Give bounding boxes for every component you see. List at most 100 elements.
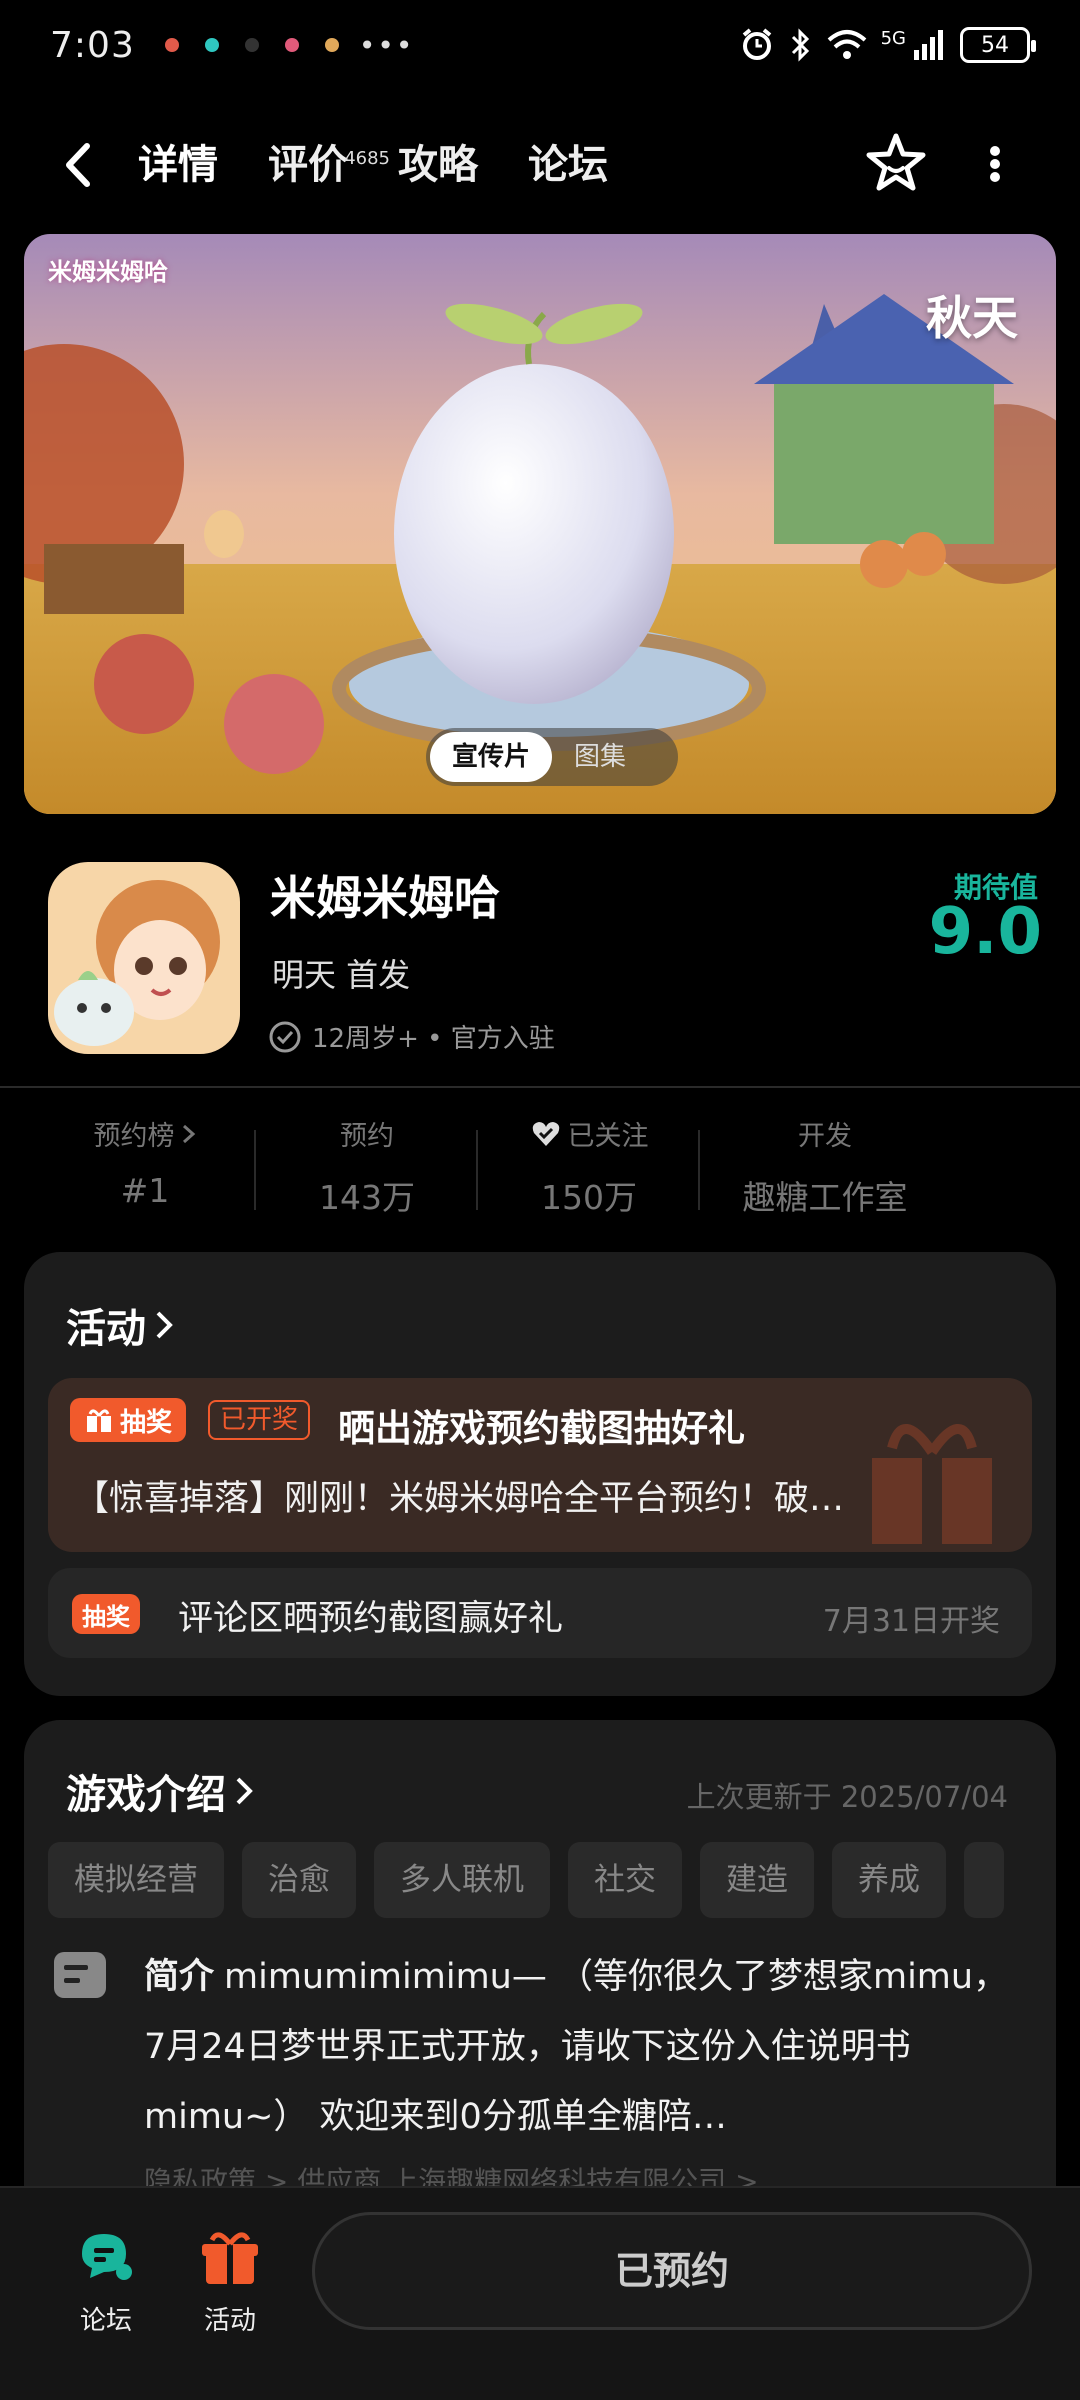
- app-notification-icon: [164, 38, 179, 52]
- promo-title: 晒出游戏预约截图抽好礼: [338, 1407, 745, 1450]
- status-time: 7:03: [50, 24, 135, 66]
- tag-chip-overflow[interactable]: [964, 1842, 1004, 1918]
- heart-check-icon: [532, 1121, 559, 1146]
- app-notification-icon: [204, 38, 219, 52]
- last-updated: 上次更新于 2025/07/04: [686, 1780, 1008, 1814]
- section-title: 活动: [66, 1306, 146, 1352]
- gift-icon: [87, 1409, 111, 1432]
- stat-label: 开发: [798, 1121, 852, 1152]
- wifi-icon: [827, 30, 866, 59]
- stat-developer[interactable]: 开发 趣糖工作室: [700, 1100, 950, 1230]
- gift-icon: [202, 2232, 258, 2284]
- bottom-action-bar: 论坛 活动 已预约: [0, 2186, 1080, 2400]
- stat-value: 150万: [541, 1178, 637, 1217]
- chevron-right-icon: [156, 1311, 173, 1339]
- game-title: 米姆米姆哈: [270, 871, 500, 925]
- description-heading: 简介: [144, 1957, 215, 1997]
- event-item[interactable]: 抽奖 评论区晒预约截图赢好礼 7月31日开奖: [48, 1568, 1032, 1658]
- bluetooth-icon: [791, 28, 809, 62]
- forum-button[interactable]: 论坛: [56, 2226, 156, 2337]
- media-tab-video[interactable]: 宣传片: [430, 732, 553, 782]
- notification-icons: [164, 38, 339, 52]
- game-description[interactable]: 简介 mimumimimimu— （等你很久了梦想家mimu，7月24日梦世界正式…: [144, 1942, 1024, 2152]
- tag-chip[interactable]: 多人联机: [374, 1842, 550, 1918]
- reserved-button[interactable]: 已预约: [312, 2212, 1032, 2330]
- tab-bar: 详情 评价 4685 攻略 论坛: [130, 130, 608, 200]
- favorite-star-icon[interactable]: [862, 130, 930, 198]
- tab-label: 详情: [138, 142, 218, 188]
- activities-card: 活动 抽奖 已开奖 晒出游戏预约截图抽好礼 【惊喜掉落】刚刚！米姆米姆哈全平台预…: [24, 1252, 1056, 1696]
- stat-label: 已关注: [567, 1121, 649, 1152]
- banner-image: [24, 234, 1056, 814]
- intro-header[interactable]: 游戏介绍: [66, 1762, 256, 1820]
- forum-label: 论坛: [79, 2306, 132, 2336]
- event-date: 7月31日开奖: [822, 1604, 1000, 1639]
- app-notification-icon: [324, 38, 339, 52]
- top-navigation: 详情 评价 4685 攻略 论坛: [0, 110, 1080, 220]
- divider: [0, 1086, 1080, 1088]
- promo-banner[interactable]: 米姆米姆哈 秋天 宣传片 图集: [24, 234, 1056, 814]
- tab-label: 论坛: [528, 142, 608, 188]
- game-app-icon: [48, 862, 240, 1054]
- signal-icon: [914, 30, 943, 60]
- back-arrow-icon[interactable]: [55, 140, 105, 190]
- stat-ranking[interactable]: 预约榜 #1: [34, 1100, 256, 1230]
- tag-chip[interactable]: 养成: [832, 1842, 946, 1918]
- tag-chip[interactable]: 建造: [700, 1842, 814, 1918]
- app-notification-icon: [244, 38, 259, 52]
- app-notification-icon: [284, 38, 299, 52]
- stat-followers[interactable]: 已关注 150万: [478, 1100, 700, 1230]
- season-label: 秋天: [926, 291, 1018, 345]
- genre-tags: 模拟经营 治愈 多人联机 社交 建造 养成: [48, 1842, 1056, 1920]
- tab-reviews[interactable]: 评价 4685: [268, 130, 390, 200]
- forum-chat-icon: [82, 2234, 132, 2280]
- media-switch: 宣传片 图集: [426, 728, 678, 786]
- age-rating-text: 12周岁+ • 官方入驻: [312, 1024, 555, 1054]
- description-text: mimumimimimu— （等你很久了梦想家mimu，7月24日梦世界正式开放…: [144, 1957, 1009, 2137]
- tab-label: 评价: [268, 142, 348, 188]
- stat-value: 趣糖工作室: [742, 1178, 908, 1217]
- tab-details[interactable]: 详情: [130, 130, 226, 200]
- activities-header[interactable]: 活动: [66, 1296, 176, 1354]
- network-type: 5G: [880, 27, 906, 49]
- game-tags: 12周岁+ • 官方入驻: [268, 1018, 555, 1055]
- expectation-score: 9.0: [928, 895, 1042, 969]
- chevron-right-icon: [182, 1124, 195, 1143]
- stat-reservations: 预约 143万: [256, 1100, 478, 1230]
- more-notifications-icon: •••: [358, 28, 415, 62]
- tab-forum[interactable]: 论坛: [528, 130, 608, 200]
- tab-guides[interactable]: 攻略: [398, 130, 478, 200]
- badge-label: 抽奖: [120, 1407, 173, 1438]
- battery-level: 54: [981, 32, 1009, 58]
- promo-description: 【惊喜掉落】刚刚！米姆米姆哈全平台预约！破…: [74, 1479, 845, 1519]
- stat-label: 预约: [340, 1121, 394, 1152]
- game-logo: 米姆米姆哈: [48, 258, 168, 286]
- lottery-badge: 抽奖: [72, 1594, 140, 1634]
- tag-chip[interactable]: 模拟经营: [48, 1842, 224, 1918]
- promo-activity[interactable]: 抽奖 已开奖 晒出游戏预约截图抽好礼 【惊喜掉落】刚刚！米姆米姆哈全平台预约！破…: [48, 1378, 1032, 1552]
- tag-chip[interactable]: 社交: [568, 1842, 682, 1918]
- tag-chip[interactable]: 治愈: [242, 1842, 356, 1918]
- review-count: 4685: [344, 148, 390, 169]
- alarm-icon: [742, 28, 771, 60]
- stat-value: #1: [120, 1171, 170, 1210]
- drawn-status-badge: 已开奖: [208, 1400, 311, 1440]
- release-info: 明天 首发: [272, 956, 411, 994]
- media-tab-gallery[interactable]: 图集: [552, 732, 648, 782]
- lottery-badge: 抽奖: [70, 1398, 187, 1442]
- activity-label: 活动: [203, 2306, 256, 2336]
- battery-icon: 54: [960, 27, 1036, 63]
- tab-label: 攻略: [398, 142, 478, 188]
- event-title: 评论区晒预约截图赢好礼: [178, 1599, 564, 1639]
- badge-label: 抽奖: [82, 1602, 130, 1631]
- section-title: 游戏介绍: [66, 1772, 226, 1818]
- verified-check-icon: [269, 1021, 301, 1052]
- status-bar: 7:03 ••• 5G 54: [0, 0, 1080, 90]
- activity-button[interactable]: 活动: [180, 2226, 280, 2337]
- chevron-right-icon: [236, 1777, 253, 1805]
- more-options-icon[interactable]: [980, 134, 1010, 194]
- stat-value: 143万: [319, 1178, 415, 1217]
- stat-label: 预约榜: [93, 1121, 175, 1152]
- description-icon: [54, 1952, 106, 1998]
- stats-row: 预约榜 #1 预约 143万 已关注 150万 开发 趣糖工作室: [0, 1100, 1080, 1230]
